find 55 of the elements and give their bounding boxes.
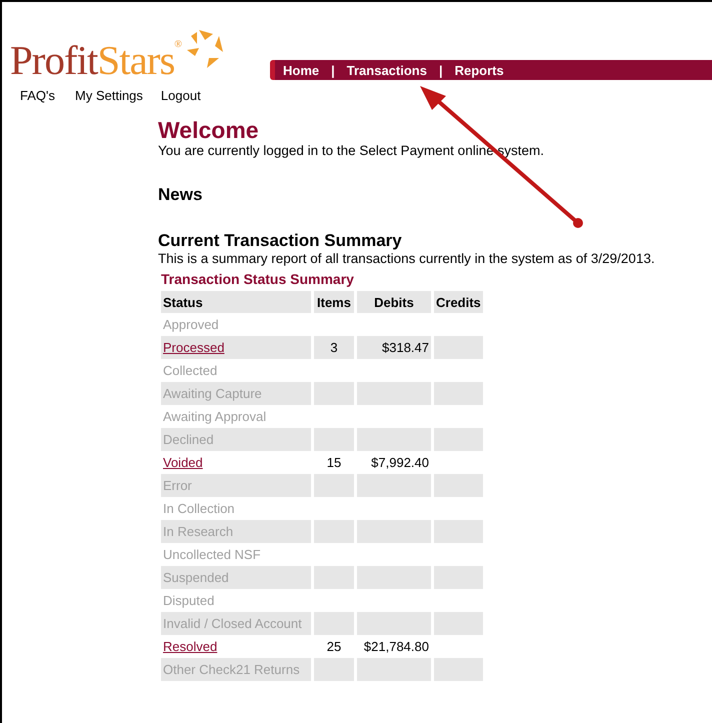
- table-cell-text: $7,992.40: [370, 454, 430, 472]
- status-label: Declined: [163, 432, 214, 447]
- table-cell: [434, 336, 483, 359]
- table-cell-text: $21,784.80: [362, 638, 430, 656]
- table-cell: [314, 428, 354, 451]
- table-cell: [314, 520, 354, 543]
- table-cell: [434, 520, 483, 543]
- column-header: Credits: [434, 291, 483, 313]
- table-cell: 3: [314, 336, 354, 359]
- status-label: Uncollected NSF: [163, 547, 261, 562]
- table-cell: [314, 612, 354, 635]
- status-link[interactable]: Voided: [163, 455, 203, 470]
- status-label: In Collection: [163, 501, 235, 516]
- status-label: Awaiting Capture: [163, 386, 262, 401]
- table-cell: [314, 566, 354, 589]
- summary-text: This is a summary report of all transactions currently in the system as of 3/29/2013.: [158, 251, 656, 267]
- table-cell: [434, 382, 483, 405]
- table-cell: [434, 658, 483, 681]
- status-label: Disputed: [163, 593, 214, 608]
- logo-text: ProfitStars$^{®}$: [10, 40, 182, 81]
- status-label: Error: [163, 478, 192, 493]
- status-label: In Research: [163, 524, 234, 539]
- table-cell-text: 25: [326, 638, 342, 656]
- user-link[interactable]: FAQ's: [20, 88, 55, 103]
- status-label: Awaiting Approval: [163, 409, 266, 424]
- table-cell: [434, 428, 483, 451]
- column-header: Status: [161, 291, 311, 313]
- table-cell: $318.47: [357, 336, 431, 359]
- table-cell: [434, 612, 483, 635]
- nav-separator: |: [331, 62, 335, 78]
- column-header: Debits: [357, 291, 431, 313]
- table-cell-text: 15: [326, 454, 342, 472]
- table-cell: [434, 566, 483, 589]
- table-cell: [314, 474, 354, 497]
- column-header: Items: [314, 291, 354, 313]
- nav-link[interactable]: Transactions: [346, 62, 427, 78]
- nav-link[interactable]: Home: [283, 62, 320, 78]
- table-cell: [314, 658, 354, 681]
- status-label: Approved: [163, 317, 219, 332]
- user-link[interactable]: Logout: [160, 88, 201, 103]
- user-link[interactable]: My Settings: [75, 88, 143, 103]
- table-title: Transaction Status Summary: [161, 271, 355, 287]
- summary-heading: Current Transaction Summary: [158, 231, 403, 251]
- status-label: Other Check21 Returns: [163, 662, 300, 677]
- nav-link[interactable]: Reports: [454, 62, 504, 78]
- welcome-text: You are currently logged in to the Select Payment online system.: [158, 143, 545, 159]
- welcome-heading: Welcome: [158, 117, 260, 143]
- nav-separator: |: [438, 62, 443, 78]
- status-label: Suspended: [163, 570, 229, 585]
- table-cell: [434, 474, 483, 497]
- status-link[interactable]: Resolved: [163, 639, 218, 654]
- table-cell: [314, 382, 354, 405]
- status-label: Invalid / Closed Account: [163, 616, 302, 631]
- news-heading: News: [158, 185, 204, 205]
- status-label: Collected: [163, 363, 218, 378]
